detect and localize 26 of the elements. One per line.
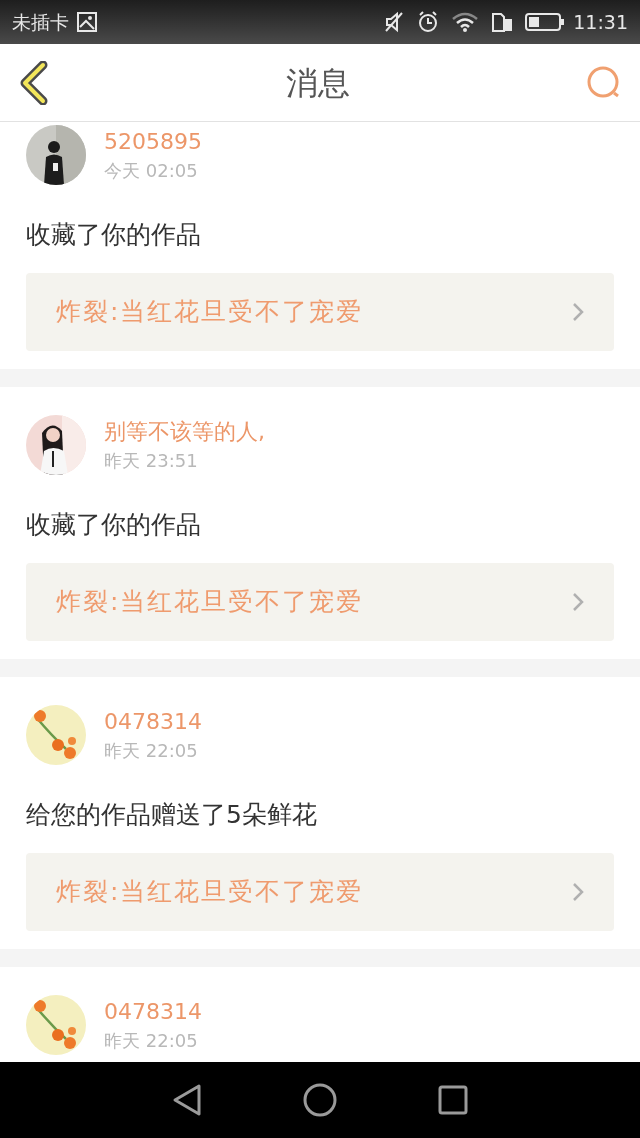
image-icon	[77, 12, 97, 32]
user-name[interactable]: 0478314	[104, 708, 202, 736]
alarm-icon	[417, 11, 440, 33]
page-title: 消息	[286, 62, 350, 104]
mute-icon	[383, 11, 406, 33]
chevron-icon	[572, 302, 584, 322]
chevron-icon	[572, 592, 584, 612]
message-time: 昨天 23:51	[104, 450, 199, 472]
message-time: 今天 02:05	[104, 160, 199, 182]
sim-icon	[491, 11, 514, 33]
message-text: 收藏了你的作品	[26, 219, 202, 252]
message-text: 给您的作品赠送了5朵鲜花	[26, 799, 318, 832]
carrier-text: 未插卡	[12, 9, 69, 35]
user-name[interactable]: 0478314	[104, 998, 202, 1026]
wifi-icon	[451, 11, 480, 33]
work-link[interactable]: 炸裂:当红花旦受不了宠爱	[26, 563, 614, 641]
message-time: 昨天 22:05	[104, 740, 199, 762]
chevron-icon	[572, 882, 584, 902]
message-text: 收藏了你的作品	[26, 509, 202, 542]
user-name[interactable]: 别等不该等的人,	[104, 418, 265, 446]
user-name[interactable]: 5205895	[104, 128, 202, 156]
work-link[interactable]: 炸裂:当红花旦受不了宠爱	[26, 273, 614, 351]
battery-icon	[525, 12, 566, 32]
message-time: 昨天 22:05	[104, 1030, 199, 1052]
work-link[interactable]: 炸裂:当红花旦受不了宠爱	[26, 853, 614, 931]
clock-text: 11:31	[573, 9, 628, 35]
